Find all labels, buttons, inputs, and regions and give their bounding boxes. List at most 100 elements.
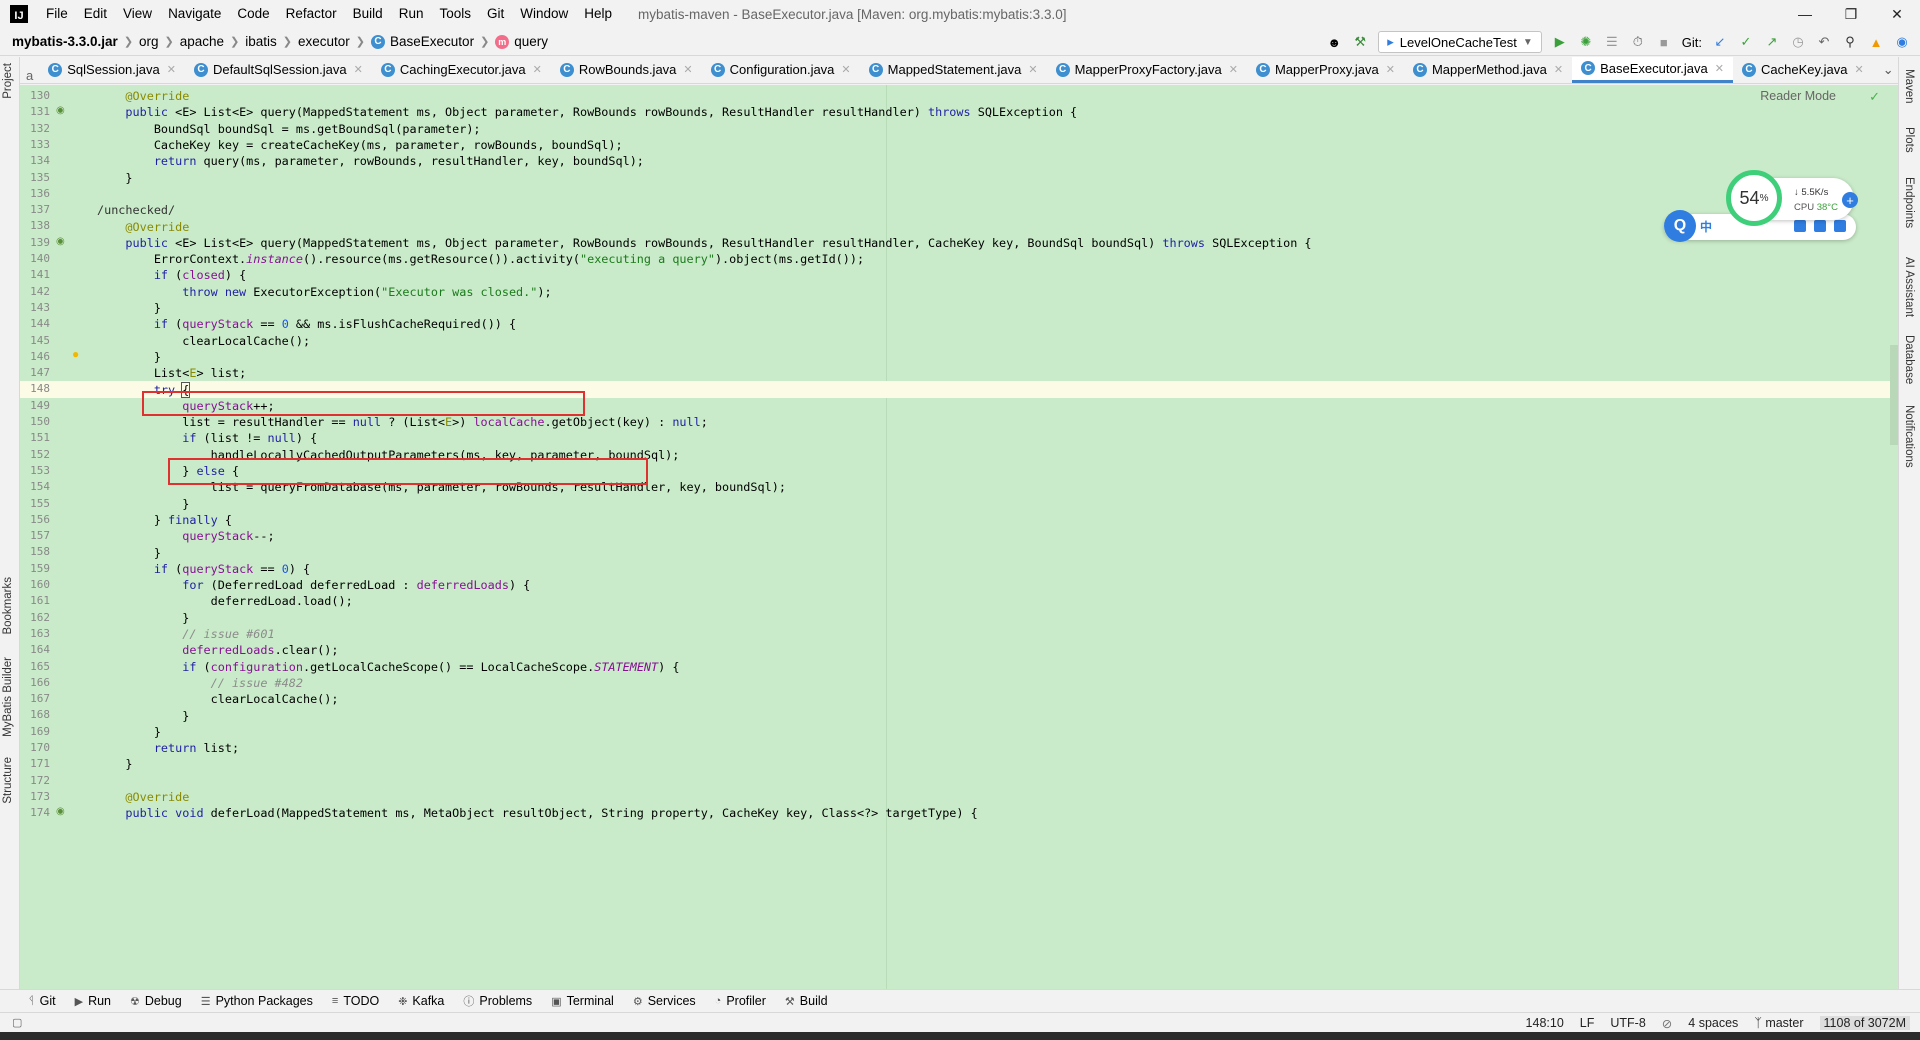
panel-toggle-icon[interactable]: ▢ [12, 1016, 22, 1029]
code-line[interactable] [97, 186, 1898, 202]
line-number[interactable]: 131 [20, 105, 50, 118]
code-line[interactable]: list = resultHandler == null ? (List<E>)… [97, 414, 1898, 430]
tool-structure[interactable]: Structure [2, 757, 14, 804]
profile-icon[interactable]: ⏱ [1630, 34, 1646, 50]
override-marker-icon[interactable]: ◉ [56, 105, 68, 117]
tool-database[interactable]: Database [1903, 335, 1915, 384]
tool-kafka[interactable]: ❉ Kafka [398, 994, 444, 1008]
tool-bookmarks[interactable]: Bookmarks [2, 577, 14, 635]
line-number[interactable]: 136 [20, 187, 50, 200]
line-number[interactable]: 133 [20, 138, 50, 151]
tool-todo[interactable]: ≡ TODO [332, 994, 379, 1008]
line-number[interactable]: 169 [20, 725, 50, 738]
code-line[interactable]: } [97, 724, 1898, 740]
tool-notifications[interactable]: Notifications [1903, 405, 1915, 468]
line-number[interactable]: 139 [20, 236, 50, 249]
code-line[interactable]: list = queryFromDatabase(ms, parameter, … [97, 479, 1898, 495]
override-marker-icon[interactable]: ◉ [56, 236, 68, 248]
menu-window[interactable]: Window [512, 0, 576, 28]
code-line[interactable]: try { [97, 381, 1898, 398]
tool-plots[interactable]: Plots [1903, 127, 1915, 153]
tool-services[interactable]: ⚙ Services [633, 994, 696, 1008]
line-number[interactable]: 166 [20, 676, 50, 689]
lightbulb-icon[interactable]: ● [72, 347, 82, 361]
line-number[interactable]: 150 [20, 415, 50, 428]
memory-indicator[interactable]: 1108 of 3072M [1819, 1016, 1910, 1030]
code-line[interactable]: ErrorContext.instance().resource(ms.getR… [97, 251, 1898, 267]
tab-cachingexecutor[interactable]: C CachingExecutor.java ✕ [372, 57, 551, 83]
line-number[interactable]: 140 [20, 252, 50, 265]
line-number[interactable]: 138 [20, 219, 50, 232]
tab-mapperproxyfactory[interactable]: C MapperProxyFactory.java ✕ [1047, 57, 1247, 83]
close-tab-icon[interactable]: ✕ [1229, 63, 1238, 76]
line-number[interactable]: 168 [20, 708, 50, 721]
run-icon[interactable]: ▶ [1552, 34, 1568, 50]
tab-rowbounds[interactable]: C RowBounds.java ✕ [551, 57, 702, 83]
tab-configuration[interactable]: C Configuration.java ✕ [702, 57, 860, 83]
tool-profiler[interactable]: ◔ Profiler [715, 994, 766, 1008]
line-number[interactable]: 173 [20, 790, 50, 803]
code-line[interactable]: } [97, 349, 1898, 365]
git-commit-icon[interactable]: ✓ [1738, 34, 1754, 50]
line-number[interactable]: 162 [20, 611, 50, 624]
line-number[interactable]: 141 [20, 268, 50, 281]
code-line[interactable]: } [97, 496, 1898, 512]
code-line[interactable]: return query(ms, parameter, rowBounds, r… [97, 153, 1898, 169]
code-area[interactable]: @Override public <E> List<E> query(Mappe… [97, 85, 1898, 989]
line-number[interactable]: 135 [20, 171, 50, 184]
menu-tools[interactable]: Tools [431, 0, 479, 28]
code-line[interactable]: public void deferLoad(MappedStatement ms… [97, 805, 1898, 821]
system-monitor-widget[interactable]: Q 中 54% ↓ 5.5K/s CPU 38°C + [1664, 170, 1862, 242]
editor-scrollbar[interactable] [1890, 345, 1898, 445]
grid-icon[interactable] [1834, 220, 1846, 232]
tool-debug[interactable]: ☢ Debug [130, 994, 182, 1008]
tool-run[interactable]: ▶ Run [75, 994, 111, 1008]
menu-help[interactable]: Help [576, 0, 620, 28]
code-line[interactable]: public <E> List<E> query(MappedStatement… [97, 235, 1898, 251]
code-line[interactable]: queryStack++; [97, 398, 1898, 414]
line-number[interactable]: 152 [20, 448, 50, 461]
git-push-icon[interactable]: ↗ [1764, 34, 1780, 50]
code-line[interactable]: if (list != null) { [97, 430, 1898, 446]
reader-mode-toggle[interactable]: Reader Mode [1760, 89, 1836, 103]
user-icon[interactable]: ☻ [1326, 34, 1342, 50]
code-line[interactable]: for (DeferredLoad deferredLoad : deferre… [97, 577, 1898, 593]
line-number[interactable]: 143 [20, 301, 50, 314]
line-number[interactable]: 158 [20, 545, 50, 558]
tool-git[interactable]: ᛩ Git [28, 994, 56, 1008]
tab-baseexecutor[interactable]: C BaseExecutor.java ✕ [1572, 57, 1733, 83]
breadcrumb-method[interactable]: query [514, 34, 548, 49]
code-line[interactable]: } [97, 544, 1898, 560]
indent-setting[interactable]: 4 spaces [1688, 1016, 1738, 1030]
code-line[interactable]: handleLocallyCachedOutputParameters(ms, … [97, 447, 1898, 463]
line-number[interactable]: 132 [20, 122, 50, 135]
debug-icon[interactable]: ✺ [1578, 34, 1594, 50]
code-line[interactable]: public <E> List<E> query(MappedStatement… [97, 104, 1898, 120]
code-line[interactable]: CacheKey key = createCacheKey(ms, parame… [97, 137, 1898, 153]
rollback-icon[interactable]: ↶ [1816, 34, 1832, 50]
code-editor[interactable]: 130 131 ◉ 132 133 134 135 136 137 138 139 ◉ 140 141 14… [20, 85, 1898, 989]
maximize-button[interactable]: ❐ [1828, 0, 1874, 28]
code-line[interactable] [97, 773, 1898, 789]
line-number[interactable]: 165 [20, 660, 50, 673]
line-number[interactable]: 145 [20, 334, 50, 347]
code-line[interactable]: deferredLoads.clear(); [97, 642, 1898, 658]
stop-icon[interactable]: ■ [1656, 34, 1672, 50]
tab-sqlsession[interactable]: C SqlSession.java ✕ [39, 57, 185, 83]
code-line[interactable]: // issue #601 [97, 626, 1898, 642]
line-number[interactable]: 154 [20, 480, 50, 493]
line-number[interactable]: 163 [20, 627, 50, 640]
shirt-icon[interactable] [1814, 220, 1826, 232]
code-line[interactable]: } [97, 610, 1898, 626]
emoji-icon[interactable] [1794, 220, 1806, 232]
line-number[interactable]: 171 [20, 757, 50, 770]
coverage-icon[interactable]: ☰ [1604, 34, 1620, 50]
code-line[interactable]: } [97, 300, 1898, 316]
close-tab-icon[interactable]: ✕ [683, 63, 692, 76]
menu-build[interactable]: Build [345, 0, 391, 28]
menu-navigate[interactable]: Navigate [160, 0, 229, 28]
cursor-position[interactable]: 148:10 [1526, 1016, 1564, 1030]
line-number[interactable]: 160 [20, 578, 50, 591]
line-number[interactable]: 137 [20, 203, 50, 216]
editor-gutter[interactable]: 130 131 ◉ 132 133 134 135 136 137 138 139 ◉ 140 141 14… [20, 85, 97, 989]
